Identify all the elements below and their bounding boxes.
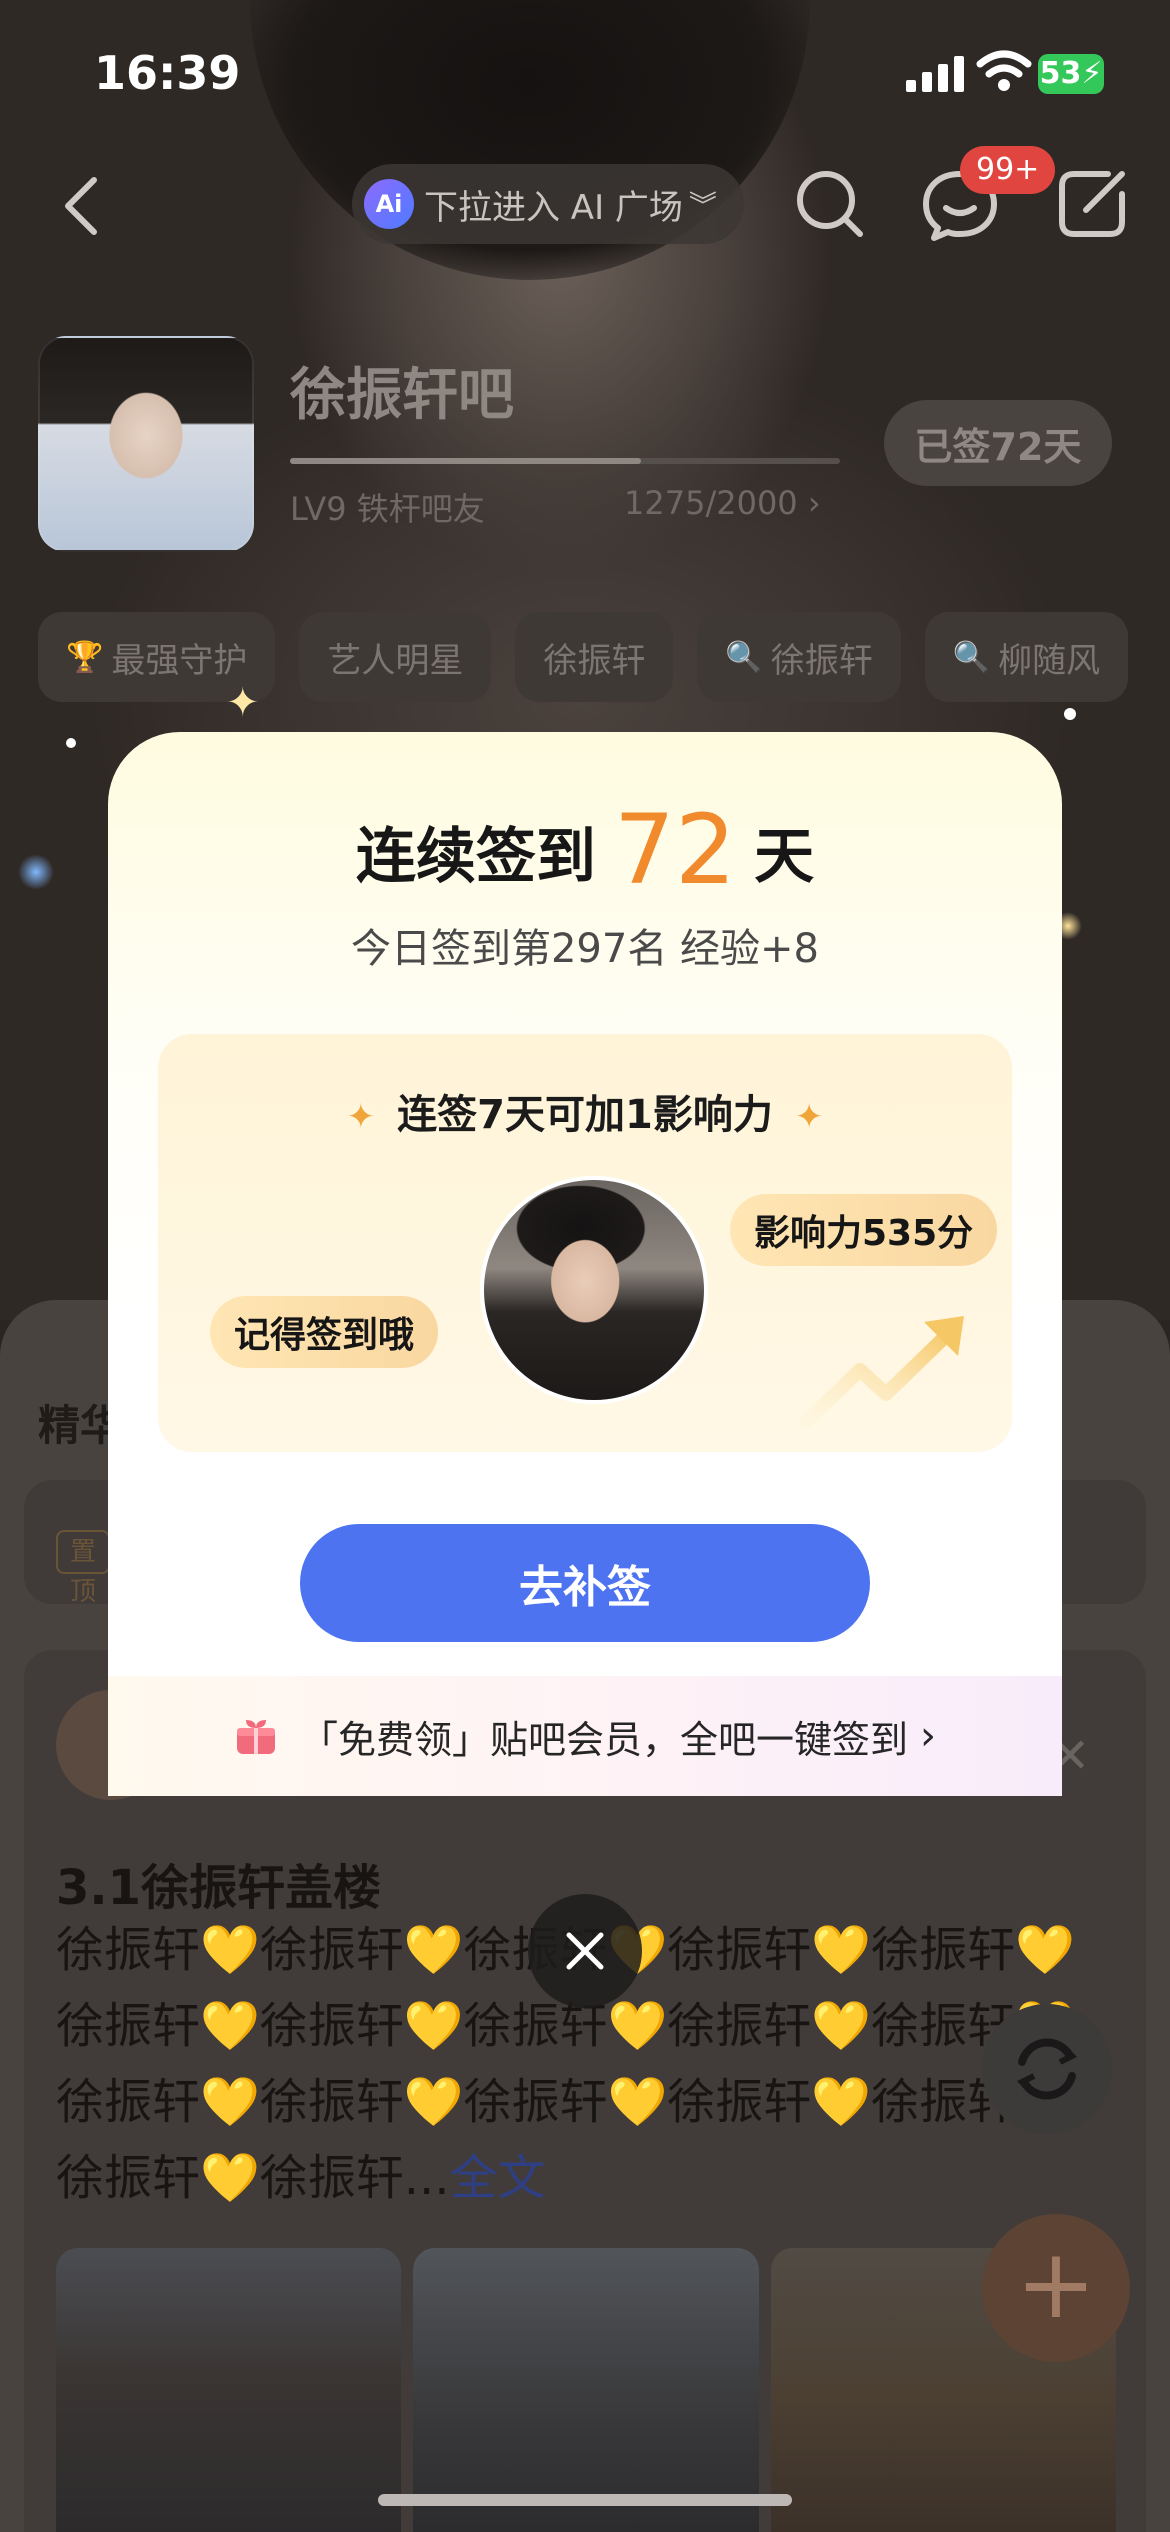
forum-tags: 🏆 最强守护 艺人明星 徐振轩 🔍 徐振轩 🔍 柳随风	[38, 612, 1170, 702]
tag-label: 艺人明星	[327, 640, 464, 681]
status-time: 16:39	[94, 46, 241, 100]
trend-up-icon	[800, 1316, 964, 1429]
artist-photo	[480, 1176, 708, 1404]
cellular-signal-icon	[906, 56, 966, 92]
exp-progress[interactable]: 1275/2000 ›	[624, 484, 821, 522]
message-count-badge: 99+	[960, 146, 1056, 194]
refresh-button[interactable]	[982, 2004, 1112, 2134]
level-progress-fill	[290, 458, 641, 464]
new-post-button[interactable]: +	[982, 2214, 1130, 2362]
sparkle-dot	[18, 854, 54, 890]
chevron-right-icon: ›	[920, 1713, 936, 1759]
chevron-down-icon: ︾	[688, 189, 717, 222]
post-image[interactable]	[413, 2248, 759, 2532]
streak-days: 72	[613, 794, 737, 906]
tag-artist[interactable]: 徐振轩	[515, 612, 674, 702]
search-button[interactable]	[790, 164, 870, 244]
sparkle-dot	[66, 738, 76, 748]
tag-label: 徐振轩	[770, 640, 873, 681]
influence-title-text: 连签7天可加1影响力	[397, 1092, 773, 1138]
tag-label: 徐振轩	[543, 640, 646, 681]
makeup-signin-button[interactable]: 去补签	[300, 1524, 870, 1642]
modal-close-button[interactable]	[528, 1894, 642, 2008]
forum-name: 徐振轩吧	[290, 363, 514, 428]
influence-score-bubble: 影响力535分	[730, 1194, 998, 1266]
post-image[interactable]	[56, 2248, 402, 2532]
gift-icon	[236, 1720, 275, 1754]
signed-days-button[interactable]: 已签72天	[884, 400, 1112, 486]
influence-card-title: ✦ 连签7天可加1影响力 ✦	[158, 1082, 1012, 1140]
post-title: 3.1徐振轩盖楼	[56, 1860, 382, 1916]
promo-text: 「免费领」贴吧会员，全吧一键签到	[299, 1717, 908, 1762]
streak-heading: 连续签到 72 天	[108, 794, 1062, 906]
battery-indicator: 53⚡	[1038, 54, 1104, 94]
tag-search-artist[interactable]: 🔍 徐振轩	[697, 612, 901, 702]
tag-search-role[interactable]: 🔍 柳随风	[924, 612, 1129, 702]
back-button[interactable]	[54, 166, 114, 246]
streak-suffix: 天	[754, 822, 815, 892]
tag-label: 柳随风	[998, 640, 1101, 681]
streak-prefix: 连续签到	[355, 822, 596, 892]
sparkle-dot	[1064, 708, 1076, 720]
sparkle-icon: ✦	[346, 1097, 376, 1137]
search-icon: 🔍	[952, 639, 991, 675]
today-rank: 今日签到第297名 经验+8	[350, 926, 820, 972]
pinned-tag: 置顶	[56, 1530, 110, 1607]
tag-label: 最强守护	[111, 640, 248, 681]
ai-plaza-entry[interactable]: Ai 下拉进入 AI 广场 ︾	[352, 164, 744, 244]
post-more-link[interactable]: 全文	[450, 2150, 546, 2206]
home-indicator	[378, 2494, 792, 2506]
ai-plaza-label: 下拉进入 AI 广场	[424, 187, 683, 228]
search-icon: 🔍	[725, 639, 763, 675]
reminder-bubble: 记得签到哦	[210, 1296, 439, 1368]
sparkle-icon: ✦	[226, 680, 260, 726]
membership-promo-link[interactable]: 「免费领」贴吧会员，全吧一键签到 ›	[108, 1676, 1062, 1796]
forum-avatar[interactable]	[38, 336, 254, 552]
sparkle-icon: ✦	[794, 1097, 824, 1137]
battery-level: 53	[1039, 56, 1082, 91]
post-images	[56, 2248, 1116, 2532]
tag-celebrity[interactable]: 艺人明星	[299, 612, 492, 702]
compose-button[interactable]	[1052, 164, 1132, 244]
wifi-icon	[976, 50, 1032, 91]
trophy-icon: 🏆	[66, 639, 104, 675]
member-level: LV9 铁杆吧友	[290, 490, 485, 528]
ai-logo-icon: Ai	[364, 179, 414, 229]
close-icon	[566, 1932, 604, 1970]
